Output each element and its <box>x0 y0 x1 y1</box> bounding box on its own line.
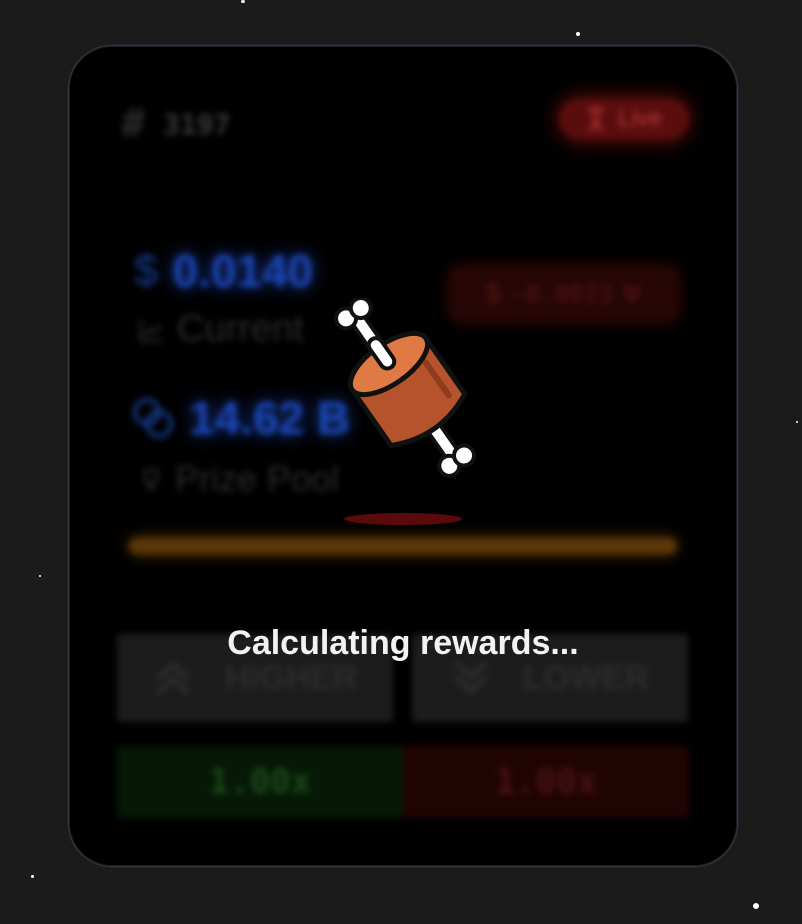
trophy-icon <box>143 468 159 490</box>
price-value: 0.0140 <box>172 245 314 297</box>
current-label: Current <box>177 308 304 350</box>
star <box>241 0 245 3</box>
current-price: $ 0.0140 <box>134 244 313 298</box>
round-progress-bar <box>129 538 677 554</box>
live-label: Live <box>617 105 663 132</box>
chevrons-down-icon <box>454 661 488 695</box>
broadcast-tower-icon <box>587 106 605 132</box>
meat-shadow <box>344 513 462 525</box>
star <box>576 32 580 36</box>
calculating-rewards-status: Calculating rewards... <box>227 624 579 662</box>
coins-icon <box>133 398 173 438</box>
star <box>31 875 34 878</box>
round-indicator: # 3197 <box>121 101 231 147</box>
lower-multiplier: 1.00x <box>403 746 689 818</box>
star <box>796 421 798 423</box>
chevrons-up-icon <box>156 661 190 695</box>
prize-pool-label: Prize Pool <box>175 458 340 499</box>
round-number: 3197 <box>163 107 231 141</box>
chevrons-down-icon <box>624 284 641 303</box>
dollar-icon: $ <box>134 246 159 295</box>
progress-fill <box>129 538 677 554</box>
delta-value: -0.0023 <box>511 280 613 308</box>
hash-icon: # <box>121 101 146 147</box>
game-card: # 3197 Live $ 0.0140 Current $ -0.0023 1… <box>68 45 738 867</box>
higher-label: HIGHER <box>224 658 358 697</box>
meat-on-bone-icon <box>334 298 477 478</box>
current-label-row: Current <box>139 308 304 351</box>
prize-pool-label-row: Prize Pool <box>139 458 339 500</box>
higher-multiplier: 1.00x <box>117 746 403 818</box>
star <box>753 903 759 909</box>
star <box>39 575 41 577</box>
lower-label: LOWER <box>522 658 650 697</box>
live-badge: Live <box>559 99 689 139</box>
chart-icon <box>139 318 163 342</box>
